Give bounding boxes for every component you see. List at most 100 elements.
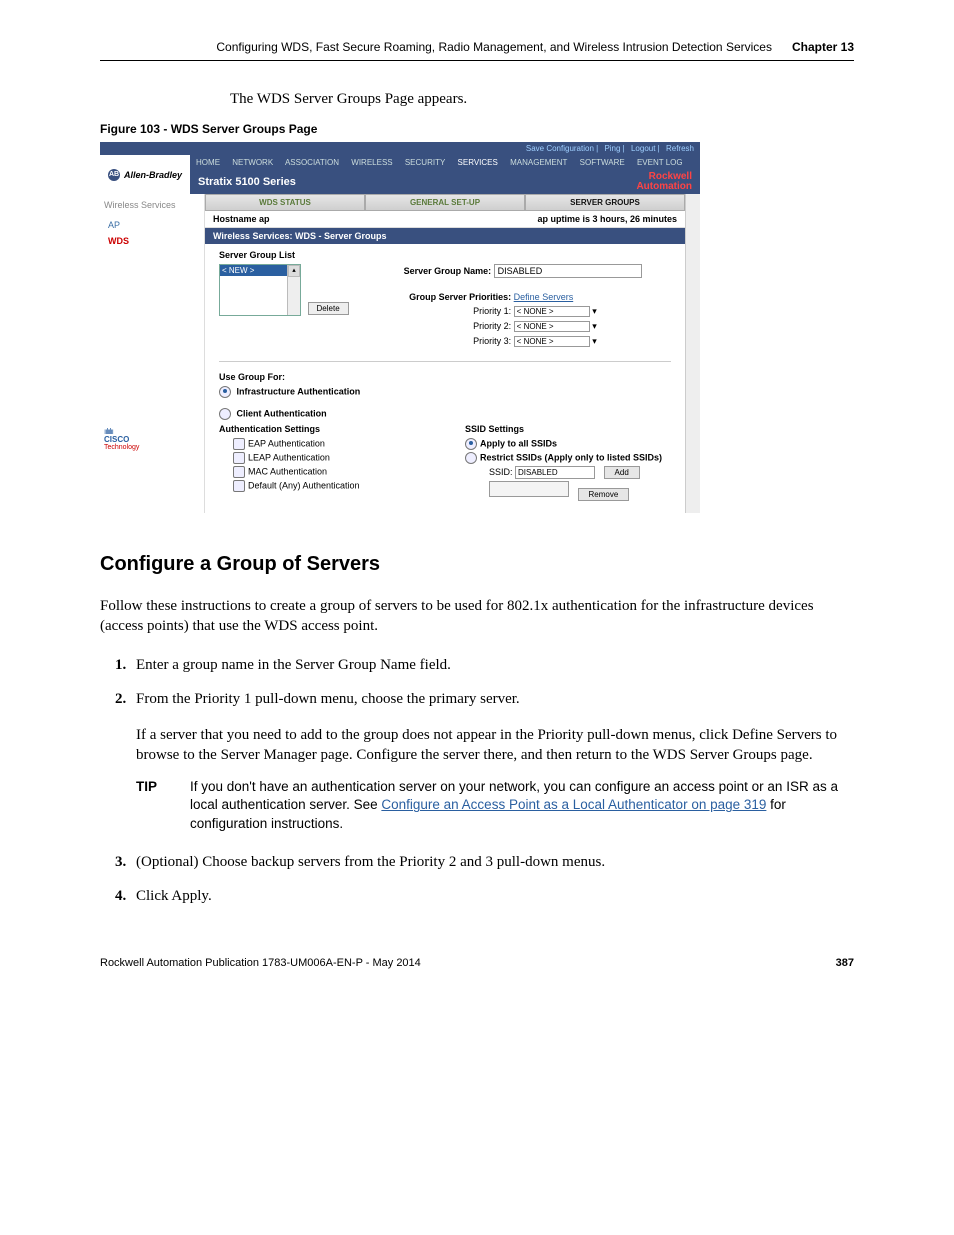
server-group-listbox[interactable]: < NEW > ▴ — [219, 264, 301, 316]
link-save-config[interactable]: Save Configuration — [526, 144, 594, 153]
tab-network[interactable]: NETWORK — [232, 158, 273, 167]
wds-screenshot: Save Configuration | Ping | Logout | Ref… — [100, 142, 700, 513]
step-2: From the Priority 1 pull-down menu, choo… — [130, 689, 854, 834]
uptime-text: ap uptime is 3 hours, 26 minutes — [537, 214, 677, 224]
hostname-label: Hostname ap — [213, 214, 270, 224]
link-ping[interactable]: Ping — [604, 144, 620, 153]
tab-association[interactable]: ASSOCIATION — [285, 158, 339, 167]
priority2-label: Priority 2: — [381, 321, 511, 331]
group-name-label: Server Group Name: — [381, 266, 491, 276]
brand-rockwell-2: Automation — [636, 181, 692, 192]
brand-allen-bradley: AB Allen-Bradley — [100, 155, 190, 194]
tab-security[interactable]: SECURITY — [405, 158, 445, 167]
leap-auth-check[interactable] — [233, 452, 245, 464]
tip-body: If you don't have an authentication serv… — [190, 778, 854, 835]
subtab-server-groups[interactable]: SERVER GROUPS — [525, 194, 685, 211]
section-header: Wireless Services: WDS - Server Groups — [205, 228, 685, 244]
step-2-text: From the Priority 1 pull-down menu, choo… — [136, 691, 520, 707]
section-heading: Configure a Group of Servers — [100, 553, 854, 576]
define-servers-link[interactable]: Define Servers — [514, 292, 574, 302]
tab-home[interactable]: HOME — [196, 158, 220, 167]
product-title: Stratix 5100 Series — [190, 172, 628, 192]
footer-publication: Rockwell Automation Publication 1783-UM0… — [100, 957, 421, 969]
tab-wireless[interactable]: WIRELESS — [351, 158, 392, 167]
infra-auth-label: Infrastructure Authentication — [237, 386, 361, 396]
add-button[interactable]: Add — [604, 466, 640, 479]
sidebar-item-ap[interactable]: AP — [104, 218, 200, 232]
tip-label: TIP — [136, 778, 172, 835]
remove-button[interactable]: Remove — [578, 488, 630, 501]
step-4-text: Click Apply. — [136, 888, 212, 904]
ss-main-panel: WDS STATUS GENERAL SET-UP SERVER GROUPS … — [205, 194, 685, 513]
scroll-up-icon[interactable]: ▴ — [288, 265, 300, 277]
cisco-logo: ıılıılıı CISCO Technology — [104, 428, 200, 451]
priority3-label: Priority 3: — [381, 336, 511, 346]
tab-management[interactable]: MANAGEMENT — [510, 158, 567, 167]
step-3: (Optional) Choose backup servers from th… — [130, 852, 854, 872]
page-header: Configuring WDS, Fast Secure Roaming, Ra… — [100, 40, 854, 61]
delete-button[interactable]: Delete — [308, 302, 349, 315]
dropdown-icon[interactable]: ▾ — [592, 306, 597, 316]
auth-settings-header: Authentication Settings — [219, 424, 425, 434]
footer-page-number: 387 — [836, 957, 854, 969]
page-footer: Rockwell Automation Publication 1783-UM0… — [100, 957, 854, 969]
ss-main-tabs: HOME NETWORK ASSOCIATION WIRELESS SECURI… — [190, 155, 700, 170]
ssid-input[interactable]: DISABLED — [515, 466, 595, 479]
apply-all-ssids-radio[interactable] — [465, 438, 477, 450]
tip-block: TIP If you don't have an authentication … — [136, 778, 854, 835]
restrict-ssids-label: Restrict SSIDs (Apply only to listed SSI… — [480, 452, 662, 462]
step-3-text: (Optional) Choose backup servers from th… — [136, 854, 605, 870]
client-auth-radio[interactable] — [219, 408, 231, 420]
default-auth-check[interactable] — [233, 480, 245, 492]
step-4: Click Apply. — [130, 886, 854, 906]
priority3-select[interactable]: < NONE > — [514, 336, 590, 347]
eap-auth-check[interactable] — [233, 438, 245, 450]
tip-link[interactable]: Configure an Access Point as a Local Aut… — [381, 797, 766, 812]
apply-all-ssids-label: Apply to all SSIDs — [480, 438, 557, 448]
priority1-label: Priority 1: — [381, 306, 511, 316]
steps-list: Enter a group name in the Server Group N… — [130, 655, 854, 907]
leap-auth-label: LEAP Authentication — [248, 452, 330, 462]
header-title: Configuring WDS, Fast Secure Roaming, Ra… — [216, 40, 772, 54]
brand-left-text: Allen-Bradley — [124, 170, 182, 180]
ssid-label: SSID: — [489, 467, 513, 477]
chapter-label: Chapter 13 — [792, 40, 854, 54]
priority1-select[interactable]: < NONE > — [514, 306, 590, 317]
mac-auth-label: MAC Authentication — [248, 466, 327, 476]
eap-auth-label: EAP Authentication — [248, 438, 325, 448]
ab-logo-icon: AB — [108, 169, 120, 181]
subtab-general-setup[interactable]: GENERAL SET-UP — [365, 194, 525, 211]
server-group-list-label: Server Group List — [219, 250, 671, 260]
sidebar-item-wds[interactable]: WDS — [104, 234, 200, 248]
link-logout[interactable]: Logout — [631, 144, 655, 153]
priority2-select[interactable]: < NONE > — [514, 321, 590, 332]
ssid-listbox[interactable] — [489, 481, 569, 497]
ssid-settings-header: SSID Settings — [465, 424, 671, 434]
step-2-sub: If a server that you need to add to the … — [136, 725, 854, 766]
tab-services[interactable]: SERVICES — [458, 158, 498, 167]
link-refresh[interactable]: Refresh — [666, 144, 694, 153]
tab-software[interactable]: SOFTWARE — [580, 158, 625, 167]
subtab-wds-status[interactable]: WDS STATUS — [205, 194, 365, 211]
tab-event-log[interactable]: EVENT LOG — [637, 158, 683, 167]
dropdown-icon[interactable]: ▾ — [592, 336, 597, 346]
restrict-ssids-radio[interactable] — [465, 452, 477, 464]
dropdown-icon[interactable]: ▾ — [592, 321, 597, 331]
group-priorities-label: Group Server Priorities: — [381, 292, 511, 302]
ss-top-links: Save Configuration | Ping | Logout | Ref… — [100, 142, 700, 155]
ss-sidebar: Wireless Services AP WDS ıılıılıı CISCO … — [100, 194, 205, 513]
listbox-scrollbar[interactable]: ▴ — [287, 265, 300, 315]
brand-rockwell: Rockwell Automation — [628, 170, 700, 194]
client-auth-label: Client Authentication — [237, 408, 327, 418]
ss-vertical-scrollbar[interactable] — [685, 194, 700, 513]
default-auth-label: Default (Any) Authentication — [248, 480, 360, 490]
use-group-for-label: Use Group For: — [219, 372, 671, 382]
section-intro-para: Follow these instructions to create a gr… — [100, 596, 854, 637]
intro-text: The WDS Server Groups Page appears. — [230, 91, 854, 108]
figure-caption: Figure 103 - WDS Server Groups Page — [100, 122, 854, 136]
infra-auth-radio[interactable] — [219, 386, 231, 398]
mac-auth-check[interactable] — [233, 466, 245, 478]
sidebar-section: Wireless Services — [104, 200, 200, 210]
step-1-text: Enter a group name in the Server Group N… — [136, 657, 451, 673]
group-name-input[interactable]: DISABLED — [494, 264, 642, 278]
